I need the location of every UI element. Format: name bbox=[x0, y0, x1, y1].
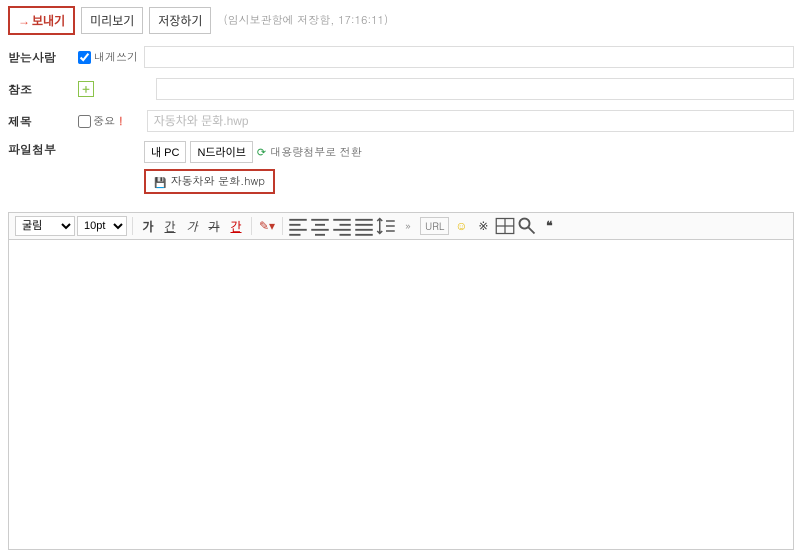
recipient-label: 받는사람 bbox=[8, 49, 78, 66]
separator bbox=[251, 217, 252, 235]
attachment-row: 파일첨부 내 PC N드라이브 ⟳ 대용량첨부로 전환 💾 자동차와 문화.hw… bbox=[8, 141, 794, 194]
recipient-input[interactable] bbox=[144, 46, 794, 68]
preview-button[interactable]: 미리보기 bbox=[81, 7, 143, 34]
underline-button[interactable]: 간 bbox=[160, 216, 180, 236]
separator bbox=[132, 217, 133, 235]
table-button[interactable] bbox=[495, 216, 515, 236]
special-char-button[interactable]: ※ bbox=[473, 216, 493, 236]
align-center-button[interactable] bbox=[310, 216, 330, 236]
attached-file[interactable]: 💾 자동차와 문화.hwp bbox=[144, 169, 275, 194]
subject-row: 제목 중요 ! bbox=[8, 109, 794, 133]
refresh-icon: ⟳ bbox=[257, 145, 266, 160]
bold-button[interactable]: 가 bbox=[138, 216, 158, 236]
subject-input[interactable] bbox=[147, 110, 794, 132]
font-family-select[interactable]: 굴림 bbox=[15, 216, 75, 236]
add-cc-button[interactable]: + bbox=[78, 81, 94, 97]
quote-button[interactable]: ❝ bbox=[539, 216, 559, 236]
subject-label: 제목 bbox=[8, 113, 78, 130]
save-button[interactable]: 저장하기 bbox=[149, 7, 211, 34]
important-label: 중요 bbox=[93, 114, 115, 129]
line-height-button[interactable] bbox=[376, 216, 396, 236]
attach-buttons: 내 PC N드라이브 ⟳ 대용량첨부로 전환 bbox=[144, 141, 794, 163]
send-label: 보내기 bbox=[32, 12, 65, 29]
ndrive-button[interactable]: N드라이브 bbox=[190, 141, 252, 163]
top-toolbar: → 보내기 미리보기 저장하기 (임시보관함에 저장함, 17:16:11) bbox=[0, 0, 802, 41]
strike-button[interactable]: 가 bbox=[204, 216, 224, 236]
font-color-button[interactable]: 간 bbox=[226, 216, 246, 236]
align-right-button[interactable] bbox=[332, 216, 352, 236]
important-input[interactable] bbox=[78, 115, 91, 128]
editor-toolbar: 굴림 10pt 가 간 가 가 간 ✎▾ » URL ☺ ※ ❝ bbox=[8, 212, 794, 240]
my-pc-button[interactable]: 내 PC bbox=[144, 141, 186, 163]
url-button[interactable]: URL bbox=[420, 217, 449, 235]
separator bbox=[282, 217, 283, 235]
important-checkbox[interactable]: 중요 ! bbox=[78, 114, 123, 129]
font-size-select[interactable]: 10pt bbox=[77, 216, 127, 236]
cc-input[interactable] bbox=[156, 78, 794, 100]
important-mark-icon: ! bbox=[119, 114, 123, 129]
send-to-self-input[interactable] bbox=[78, 51, 91, 64]
more-button[interactable]: » bbox=[398, 216, 418, 236]
disk-icon: 💾 bbox=[154, 175, 166, 189]
saved-status: (임시보관함에 저장함, 17:16:11) bbox=[223, 13, 388, 28]
align-justify-button[interactable] bbox=[354, 216, 374, 236]
send-to-self-checkbox[interactable]: 내게쓰기 bbox=[78, 50, 138, 65]
attached-file-name: 자동차와 문화.hwp bbox=[170, 174, 265, 189]
cc-row: 참조 + bbox=[8, 77, 794, 101]
arrow-right-icon: → bbox=[18, 14, 30, 28]
recipient-row: 받는사람 내게쓰기 bbox=[8, 45, 794, 69]
compose-form: 받는사람 내게쓰기 참조 + 제목 중요 ! 파일첨부 내 PC N드라이브 ⟳ bbox=[0, 41, 802, 206]
emoji-button[interactable]: ☺ bbox=[451, 216, 471, 236]
cc-label: 참조 bbox=[8, 81, 78, 98]
big-attach-label[interactable]: 대용량첨부로 전환 bbox=[270, 145, 362, 160]
send-button[interactable]: → 보내기 bbox=[8, 6, 75, 35]
attachment-label: 파일첨부 bbox=[8, 141, 78, 158]
send-to-self-label: 내게쓰기 bbox=[94, 50, 138, 65]
align-left-button[interactable] bbox=[288, 216, 308, 236]
find-button[interactable] bbox=[517, 216, 537, 236]
editor-body[interactable] bbox=[8, 240, 794, 550]
italic-button[interactable]: 가 bbox=[182, 216, 202, 236]
bg-color-button[interactable]: ✎▾ bbox=[257, 216, 277, 236]
